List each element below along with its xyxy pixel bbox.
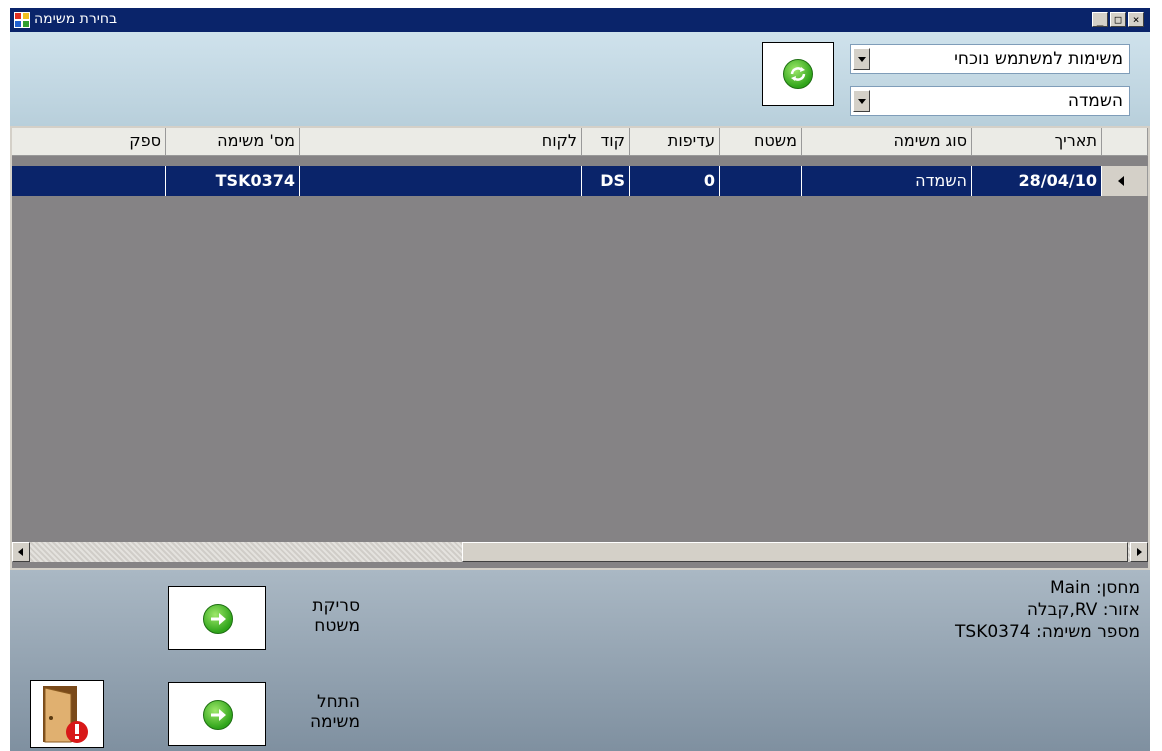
table-cell-pallet[interactable] — [720, 166, 802, 196]
start-task-label-line2: משימה — [309, 712, 360, 732]
task-list-select[interactable]: משימות למשתמש נוכחי — [850, 44, 1130, 74]
column-header-code[interactable]: קוד — [582, 128, 630, 156]
window-title: בחירת משימה — [34, 11, 118, 27]
exit-button[interactable] — [30, 680, 104, 748]
column-header-supplier[interactable]: ספק — [12, 128, 166, 156]
refresh-button[interactable] — [762, 42, 834, 106]
table-cell-task-type[interactable]: השמדה — [802, 166, 972, 196]
row-header-corner — [1102, 128, 1148, 156]
scroll-right-button[interactable] — [1130, 542, 1148, 562]
column-header-pallet[interactable]: משטח — [720, 128, 802, 156]
scan-pallet-label: סריקת משטח — [270, 596, 360, 636]
green-arrow-icon — [203, 700, 233, 730]
start-task-label: התחל משימה — [270, 692, 360, 732]
tasks-grid[interactable]: תאריך סוג משימה משטח עדיפות קוד לקוח מס'… — [12, 128, 1148, 568]
task-list-select-value: משימות למשתמש נוכחי — [954, 49, 1123, 69]
task-type-select-value: השמדה — [1067, 91, 1123, 111]
green-arrow-icon — [203, 604, 233, 634]
close-button[interactable]: × — [1128, 12, 1144, 27]
scan-pallet-label-line1: סריקת — [312, 596, 360, 616]
filter-panel: משימות למשתמש נוכחי השמדה — [10, 32, 1150, 126]
zone-info: אזור: RV,קבלה — [1026, 600, 1140, 620]
exit-door-icon — [39, 684, 99, 746]
start-task-label-line1: התחל — [316, 692, 360, 712]
maximize-button[interactable]: □ — [1110, 12, 1126, 27]
start-task-button[interactable] — [168, 682, 266, 746]
scrollbar-thumb[interactable] — [462, 542, 1128, 562]
chevron-down-icon[interactable] — [853, 48, 870, 70]
column-header-customer[interactable]: לקוח — [300, 128, 582, 156]
task-selection-window: בחירת משימה _ □ × משימות למשתמש נוכחי הש… — [10, 8, 1150, 751]
table-cell-supplier[interactable] — [12, 166, 166, 196]
table-cell-priority[interactable]: 0 — [630, 166, 720, 196]
scan-pallet-button[interactable] — [168, 586, 266, 650]
scan-pallet-label-line2: משטח — [314, 616, 360, 636]
table-cell-date[interactable]: 28/04/10 — [972, 166, 1102, 196]
scroll-left-button[interactable] — [12, 542, 30, 562]
column-header-task-number[interactable]: מס' משימה — [166, 128, 300, 156]
row-selector-icon[interactable] — [1102, 166, 1148, 196]
chevron-down-icon[interactable] — [853, 90, 870, 112]
title-bar: בחירת משימה _ □ × — [10, 8, 1150, 32]
table-cell-task-number[interactable]: TSK0374 — [166, 166, 300, 196]
app-icon — [14, 12, 30, 28]
task-type-select[interactable]: השמדה — [850, 86, 1130, 116]
minimize-button[interactable]: _ — [1092, 12, 1108, 27]
column-header-date[interactable]: תאריך — [972, 128, 1102, 156]
action-panel: מחסן: Main אזור: RV,קבלה מספר משימה: TSK… — [10, 570, 1150, 751]
column-header-priority[interactable]: עדיפות — [630, 128, 720, 156]
warehouse-info: מחסן: Main — [1049, 578, 1140, 598]
table-cell-customer[interactable] — [300, 166, 582, 196]
task-number-info: מספר משימה: TSK0374 — [955, 622, 1140, 642]
refresh-icon — [783, 59, 813, 89]
column-header-task-type[interactable]: סוג משימה — [802, 128, 972, 156]
table-cell-code[interactable]: DS — [582, 166, 630, 196]
horizontal-scrollbar[interactable] — [12, 542, 1148, 562]
